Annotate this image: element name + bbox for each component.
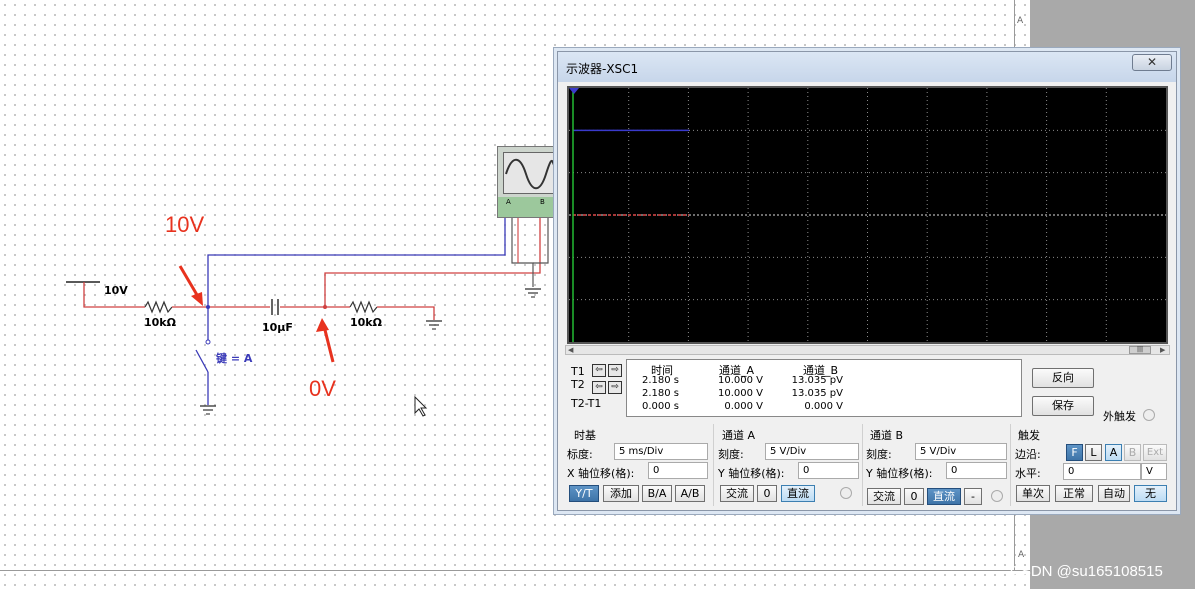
channel-b-dc-button[interactable]: 直流 <box>927 488 961 505</box>
scroll-thumb[interactable]: ||| <box>1129 346 1151 354</box>
blue-wire-channel-a <box>207 218 506 307</box>
t1-channel-a: 10.000 V <box>717 375 763 386</box>
close-button[interactable]: ✕ <box>1132 54 1172 71</box>
trigger-falling-edge-button[interactable]: L <box>1085 444 1102 461</box>
scope-horizontal-scrollbar[interactable]: ◀ ||| ▶ <box>565 345 1170 355</box>
t2-left-arrow-icon[interactable]: ⇦ <box>592 381 606 394</box>
oscilloscope-window: 示波器-XSC1 ✕ ◀ ||| ▶ T1 T2 T2-T1 ⇦ ⇨ ⇦ ⇨ 时… <box>557 51 1177 511</box>
source-voltage-label: 10V <box>104 284 128 297</box>
arrow-annotation-right <box>322 325 335 363</box>
diff-channel-a: 0.000 V <box>724 401 763 412</box>
t2-channel-a: 10.000 V <box>717 388 763 399</box>
t1-right-arrow-icon[interactable]: ⇨ <box>608 364 622 377</box>
channel-a-scale-label: 刻度: <box>718 448 744 461</box>
readout-table: 时间 通道_A 通道_B 2.180 s 10.000 V 13.035 pV … <box>626 359 1022 417</box>
scope-display[interactable] <box>567 86 1168 344</box>
channel-b-title: 通道 B <box>870 429 904 442</box>
channel-b-scale-field[interactable]: 5 V/Div <box>915 443 1007 460</box>
channel-a-terminal[interactable] <box>840 487 852 499</box>
mouse-pointer-icon <box>414 395 428 417</box>
yt-mode-button[interactable]: Y/T <box>569 485 599 502</box>
trigger-level-field[interactable]: 0 <box>1063 463 1141 480</box>
channel-a-title: 通道 A <box>722 429 756 442</box>
watermark-text: CSDN @su165108515 <box>1010 563 1163 580</box>
trigger-source-a-button[interactable]: A <box>1105 444 1122 461</box>
scope-graticule <box>569 88 1166 342</box>
cursor-readout: T1 T2 T2-T1 ⇦ ⇨ ⇦ ⇨ 时间 通道_A 通道_B 2.180 s… <box>565 359 1027 419</box>
t1-time: 2.180 s <box>641 375 679 386</box>
add-mode-button[interactable]: 添加 <box>603 485 639 502</box>
resistor-r2-label: 10kΩ <box>350 316 382 329</box>
channel-b-zero-button[interactable]: 0 <box>904 488 924 505</box>
trigger-normal-button[interactable]: 正常 <box>1055 485 1093 502</box>
timebase-xpos-label: X 轴位移(格): <box>567 467 635 480</box>
resistor-r1-label: 10kΩ <box>144 316 176 329</box>
oscilloscope-instrument-icon[interactable]: A B <box>497 146 560 218</box>
channel-b-ac-button[interactable]: 交流 <box>867 488 901 505</box>
terminal-b-label: B <box>540 198 545 206</box>
ext-trigger-label: 外触发 <box>1103 410 1136 423</box>
t1-channel-b: 13.035 pV <box>791 375 843 386</box>
channel-a-ypos-field[interactable]: 0 <box>798 462 859 479</box>
ab-mode-button[interactable]: A/B <box>675 485 705 502</box>
trigger-rising-edge-button[interactable]: F <box>1066 444 1083 461</box>
trigger-single-button[interactable]: 单次 <box>1016 485 1050 502</box>
trigger-source-b-button[interactable]: B <box>1124 444 1141 461</box>
channel-b-ypos-field[interactable]: 0 <box>946 462 1007 479</box>
trigger-level-unit[interactable]: V <box>1141 463 1167 480</box>
window-title: 示波器-XSC1 <box>566 62 639 76</box>
cursor-t1-handle-icon <box>569 88 579 94</box>
window-titlebar[interactable]: 示波器-XSC1 ✕ <box>558 52 1176 82</box>
timebase-title: 时基 <box>574 429 596 442</box>
trigger-none-button[interactable]: 无 <box>1134 485 1167 502</box>
channel-a-scale-field[interactable]: 5 V/Div <box>765 443 859 460</box>
t1-label: T1 <box>571 365 585 378</box>
timebase-scale-label: 标度: <box>567 448 593 461</box>
scroll-left-icon[interactable]: ◀ <box>568 346 573 354</box>
ba-mode-button[interactable]: B/A <box>642 485 672 502</box>
switch-blade <box>195 349 209 373</box>
timebase-xpos-field[interactable]: 0 <box>648 462 708 479</box>
trigger-title: 触发 <box>1018 429 1040 442</box>
channel-a-dc-button[interactable]: 直流 <box>781 485 815 502</box>
t2-right-arrow-icon[interactable]: ⇨ <box>608 381 622 394</box>
t2-time: 2.180 s <box>641 388 679 399</box>
channel-a-ypos-label: Y 轴位移(格): <box>718 467 785 480</box>
switch-key-label: 键 = A <box>216 352 253 365</box>
diff-time: 0.000 s <box>641 401 679 412</box>
trigger-auto-button[interactable]: 自动 <box>1098 485 1130 502</box>
t2-t1-label: T2-T1 <box>571 397 602 410</box>
ext-trigger-terminal[interactable] <box>1143 409 1155 421</box>
reverse-button[interactable]: 反向 <box>1032 368 1094 388</box>
terminal-a-label: A <box>506 198 511 206</box>
channel-a-ac-button[interactable]: 交流 <box>720 485 754 502</box>
diff-channel-b: 0.000 V <box>804 401 843 412</box>
channel-a-zero-button[interactable]: 0 <box>757 485 777 502</box>
annotation-0v: 0V <box>309 376 336 401</box>
capacitor-label: 10µF <box>262 321 293 334</box>
annotation-10v: 10V <box>165 212 205 237</box>
trigger-source-ext-button[interactable]: Ext <box>1143 444 1167 461</box>
red-wire-channel-b <box>324 218 541 307</box>
t2-channel-b: 13.035 pV <box>791 388 843 399</box>
resistor-r1 <box>144 300 173 314</box>
save-button[interactable]: 保存 <box>1032 396 1094 416</box>
resistor-r2 <box>349 300 378 314</box>
channel-b-ypos-label: Y 轴位移(格): <box>866 467 933 480</box>
channel-b-scale-label: 刻度: <box>866 448 892 461</box>
scroll-right-icon[interactable]: ▶ <box>1160 346 1165 354</box>
oscilloscope-screen-icon <box>503 152 555 194</box>
channel-b-invert-button[interactable]: - <box>964 488 982 505</box>
t1-left-arrow-icon[interactable]: ⇦ <box>592 364 606 377</box>
trigger-level-label: 水平: <box>1015 467 1041 480</box>
timebase-scale-field[interactable]: 5 ms/Div <box>614 443 708 460</box>
channel-b-terminal[interactable] <box>991 490 1003 502</box>
wire-a-minus <box>511 218 534 287</box>
red-wire-r2-ground <box>377 306 435 320</box>
trigger-edge-label: 边沿: <box>1015 448 1041 461</box>
t2-label: T2 <box>571 378 585 391</box>
